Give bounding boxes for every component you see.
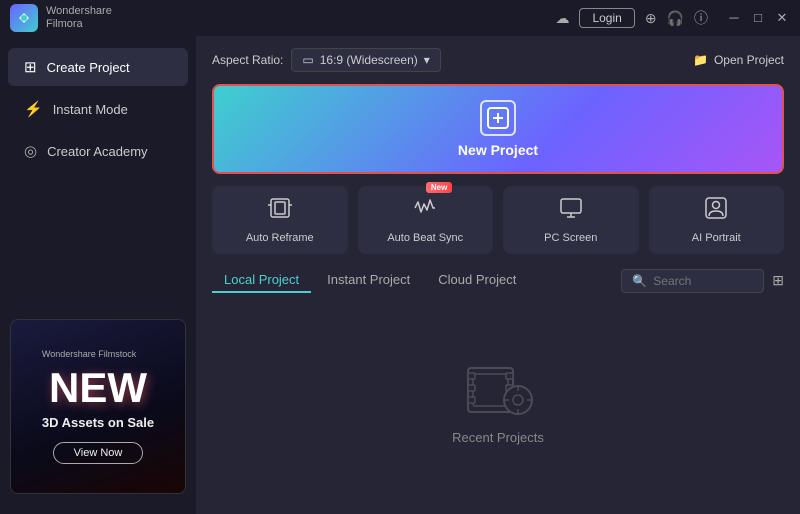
- aspect-ratio-dropdown[interactable]: ▭ 16:9 (Widescreen) ▾: [291, 48, 440, 72]
- film-icon-wrap: [463, 360, 533, 420]
- title-bar: Wondershare Filmora ☁ Login ⊕ 🎧 ⓘ ─ □ ✕: [0, 0, 800, 36]
- window-controls: ─ □ ✕: [726, 10, 790, 26]
- ad-sub-text: 3D Assets on Sale: [42, 415, 154, 430]
- quick-tile-auto-reframe[interactable]: Auto Reframe: [212, 186, 348, 254]
- new-project-label: New Project: [458, 142, 538, 158]
- sidebar-item-label: Instant Mode: [53, 102, 128, 117]
- ai-portrait-label: AI Portrait: [692, 232, 741, 244]
- auto-reframe-label: Auto Reframe: [246, 232, 314, 244]
- tab-local-project[interactable]: Local Project: [212, 268, 311, 293]
- info-icon[interactable]: ⓘ: [694, 8, 708, 28]
- new-badge: New: [426, 182, 452, 193]
- main-layout: ⊞ Create Project ⚡ Instant Mode ◎ Creato…: [0, 36, 800, 514]
- tabs-right: 🔍 ⊞: [621, 269, 784, 293]
- sidebar-item-label: Creator Academy: [47, 144, 147, 159]
- ad-brand-label: Wondershare Filmstock: [42, 349, 136, 359]
- target-icon: ◎: [24, 142, 37, 160]
- tab-cloud-project[interactable]: Cloud Project: [426, 268, 528, 293]
- grid-view-icon[interactable]: ⊞: [772, 272, 784, 289]
- sidebar-item-create-project[interactable]: ⊞ Create Project: [8, 48, 188, 86]
- ad-new-text: NEW: [49, 367, 147, 409]
- plus-square-icon: ⊞: [24, 58, 37, 76]
- lightning-icon: ⚡: [24, 100, 43, 118]
- search-box: 🔍: [621, 269, 764, 293]
- folder-icon: 📁: [693, 53, 708, 67]
- maximize-button[interactable]: □: [750, 10, 766, 26]
- content-area: Aspect Ratio: ▭ 16:9 (Widescreen) ▾ 📁 Op…: [196, 36, 800, 514]
- sidebar-item-label: Create Project: [47, 60, 130, 75]
- open-project-label: Open Project: [714, 53, 784, 67]
- projects-section: Local Project Instant Project Cloud Proj…: [212, 268, 784, 502]
- film-icon: [463, 360, 533, 420]
- app-name: Wondershare Filmora: [46, 5, 112, 31]
- quick-tile-ai-portrait[interactable]: AI Portrait: [649, 186, 785, 254]
- title-bar-right: ☁ Login ⊕ 🎧 ⓘ ─ □ ✕: [555, 8, 790, 28]
- empty-state: Recent Projects: [212, 303, 784, 502]
- monitor-icon: ▭: [302, 53, 313, 67]
- auto-beat-sync-icon: [413, 196, 437, 226]
- quick-tiles: Auto Reframe New Auto Beat Sync: [212, 186, 784, 254]
- quick-tile-auto-beat-sync[interactable]: New Auto Beat Sync: [358, 186, 494, 254]
- help-icon[interactable]: ⊕: [645, 10, 657, 27]
- sidebar-item-instant-mode[interactable]: ⚡ Instant Mode: [8, 90, 188, 128]
- aspect-ratio-value: 16:9 (Widescreen): [320, 53, 418, 67]
- aspect-ratio-section: Aspect Ratio: ▭ 16:9 (Widescreen) ▾: [212, 48, 441, 72]
- chevron-down-icon: ▾: [424, 53, 430, 67]
- search-input[interactable]: [653, 274, 753, 288]
- search-icon: 🔍: [632, 274, 647, 288]
- tab-instant-project[interactable]: Instant Project: [315, 268, 422, 293]
- content-topbar: Aspect Ratio: ▭ 16:9 (Widescreen) ▾ 📁 Op…: [212, 48, 784, 72]
- headphone-icon[interactable]: 🎧: [667, 10, 684, 27]
- sidebar-item-creator-academy[interactable]: ◎ Creator Academy: [8, 132, 188, 170]
- auto-beat-sync-label: Auto Beat Sync: [387, 232, 463, 244]
- sidebar-ad-content: Wondershare Filmstock NEW 3D Assets on S…: [32, 339, 164, 474]
- pc-screen-icon: [559, 196, 583, 226]
- app-logo: [10, 4, 38, 32]
- close-button[interactable]: ✕: [774, 10, 790, 26]
- empty-state-label: Recent Projects: [452, 430, 544, 445]
- tabs-left: Local Project Instant Project Cloud Proj…: [212, 268, 528, 293]
- sidebar: ⊞ Create Project ⚡ Instant Mode ◎ Creato…: [0, 36, 196, 514]
- pc-screen-label: PC Screen: [544, 232, 597, 244]
- cloud-icon[interactable]: ☁: [555, 10, 569, 27]
- login-button[interactable]: Login: [579, 8, 634, 28]
- new-project-icon: [480, 100, 516, 136]
- aspect-ratio-label: Aspect Ratio:: [212, 53, 283, 67]
- projects-tabs: Local Project Instant Project Cloud Proj…: [212, 268, 784, 293]
- ad-view-now-button[interactable]: View Now: [53, 442, 144, 464]
- title-bar-left: Wondershare Filmora: [10, 4, 112, 32]
- quick-tile-pc-screen[interactable]: PC Screen: [503, 186, 639, 254]
- auto-reframe-icon: [268, 196, 292, 226]
- open-project-button[interactable]: 📁 Open Project: [693, 53, 784, 67]
- minimize-button[interactable]: ─: [726, 10, 742, 26]
- ai-portrait-icon: [704, 196, 728, 226]
- sidebar-ad-banner: Wondershare Filmstock NEW 3D Assets on S…: [10, 319, 186, 494]
- new-project-button[interactable]: New Project: [212, 84, 784, 174]
